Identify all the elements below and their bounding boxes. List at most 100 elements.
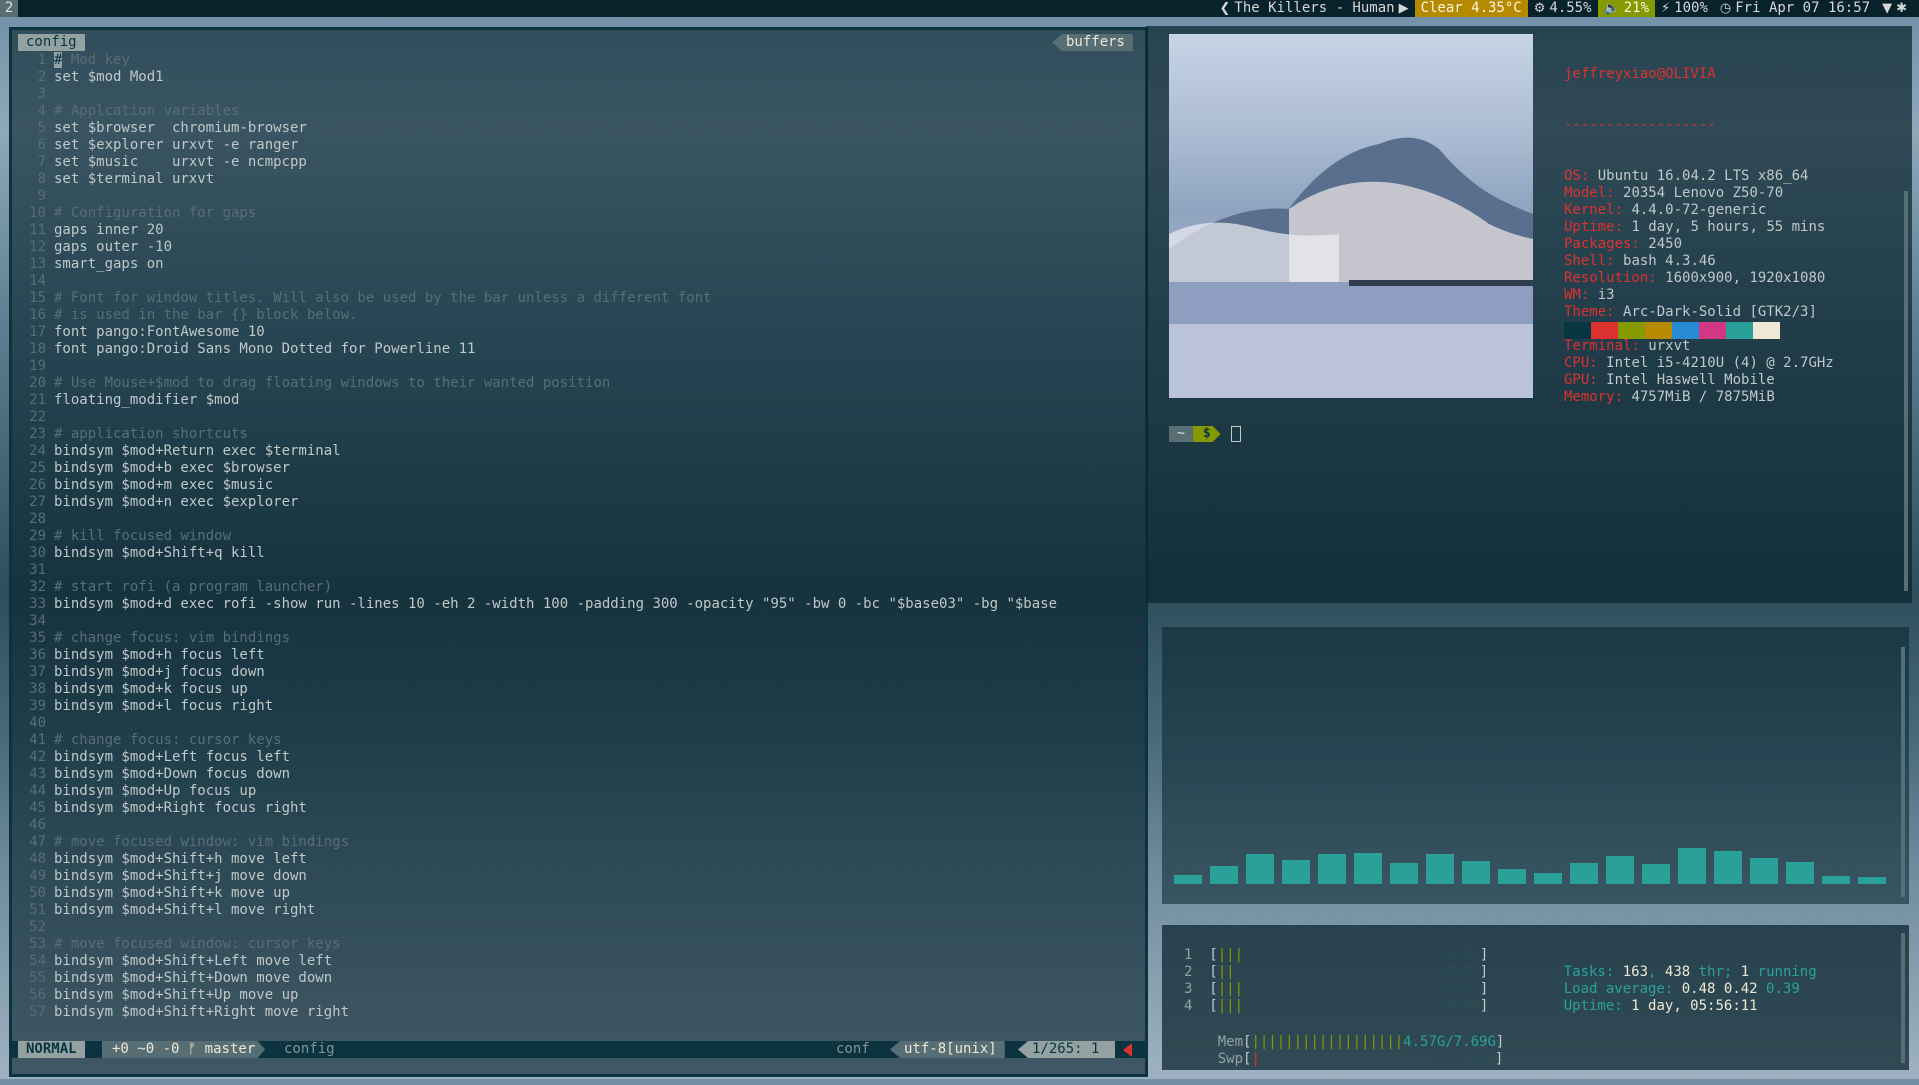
- code-line[interactable]: 5 set $browser chromium-browser: [12, 120, 1145, 137]
- code-line[interactable]: 2 set $mod Mod1: [12, 69, 1145, 86]
- line-text: # move focused window: vim bindings: [54, 834, 350, 850]
- code-line[interactable]: 7 set $music urxvt -e ncmpcpp: [12, 154, 1145, 171]
- code-line[interactable]: 17 font pango:FontAwesome 10: [12, 324, 1145, 341]
- code-line[interactable]: 21 floating_modifier $mod: [12, 392, 1145, 409]
- code-line[interactable]: 57 bindsym $mod+Shift+Right move right: [12, 1004, 1145, 1021]
- code-line[interactable]: 3: [12, 86, 1145, 103]
- code-line[interactable]: 30 bindsym $mod+Shift+q kill: [12, 545, 1145, 562]
- code-line[interactable]: 6 set $explorer urxvt -e ranger: [12, 137, 1145, 154]
- code-line[interactable]: 24 bindsym $mod+Return exec $terminal: [12, 443, 1145, 460]
- code-line[interactable]: 28: [12, 511, 1145, 528]
- code-line[interactable]: 51 bindsym $mod+Shift+l move right: [12, 902, 1145, 919]
- code-line[interactable]: 1 # Mod key: [12, 52, 1145, 69]
- code-line[interactable]: 23 # application shortcuts: [12, 426, 1145, 443]
- line-number: 37: [29, 664, 46, 680]
- code-line[interactable]: 56 bindsym $mod+Shift+Up move up: [12, 987, 1145, 1004]
- code-line[interactable]: 31: [12, 562, 1145, 579]
- neofetch-terminal[interactable]: jeffreyxiao@OLIVIA ------------------ OS…: [1146, 26, 1912, 603]
- code-line[interactable]: 10 # Configuration for gaps: [12, 205, 1145, 222]
- cpu-bar: |||: [1217, 981, 1244, 997]
- line-text: set $terminal urxvt: [54, 171, 215, 187]
- scrollbar[interactable]: [1901, 933, 1905, 1063]
- code-line[interactable]: 16 # is used in the bar {} block below.: [12, 307, 1145, 324]
- code-line[interactable]: 42 bindsym $mod+Left focus left: [12, 749, 1145, 766]
- code-line[interactable]: 46: [12, 817, 1145, 834]
- volume-widget[interactable]: 🔈 21%: [1597, 0, 1656, 17]
- code-line[interactable]: 45 bindsym $mod+Right focus right: [12, 800, 1145, 817]
- line-text: bindsym $mod+Right focus right: [54, 800, 307, 816]
- cpu-meter: 3 [||| 0.0%]: [1184, 981, 1489, 997]
- visualizer-bar: [1570, 863, 1598, 884]
- code-line[interactable]: 48 bindsym $mod+Shift+h move left: [12, 851, 1145, 868]
- visualizer-bar: [1642, 864, 1670, 884]
- color-swatch: [1753, 322, 1780, 339]
- code-line[interactable]: 22: [12, 409, 1145, 426]
- code-line[interactable]: 55 bindsym $mod+Shift+Down move down: [12, 970, 1145, 987]
- code-line[interactable]: 40: [12, 715, 1145, 732]
- code-line[interactable]: 44 bindsym $mod+Up focus up: [12, 783, 1145, 800]
- code-line[interactable]: 50 bindsym $mod+Shift+k move up: [12, 885, 1145, 902]
- music-title: The Killers - Human: [1234, 0, 1395, 16]
- tray[interactable]: ▼ ✱: [1876, 0, 1913, 17]
- htop-terminal[interactable]: 1 [||| 0.0%] 2 [|| 0.0%] 3 [||| 0.0%] 4 [||| 0.…: [1162, 925, 1909, 1070]
- line-number: 9: [37, 188, 46, 204]
- wifi-icon[interactable]: ▼: [1882, 0, 1892, 17]
- code-area[interactable]: 1 # Mod key 2 set $mod Mod1 3 4 # Applcation v…: [12, 52, 1145, 1047]
- vim-cursor: #: [54, 52, 63, 68]
- gear-icon: ⚙: [1533, 1, 1546, 16]
- line-text: bindsym $mod+k focus up: [54, 681, 248, 697]
- code-line[interactable]: 37 bindsym $mod+j focus down: [12, 664, 1145, 681]
- code-line[interactable]: 19: [12, 358, 1145, 375]
- code-line[interactable]: 9: [12, 188, 1145, 205]
- code-line[interactable]: 53 # move focused window: cursor keys: [12, 936, 1145, 953]
- info-row: CPU: Intel i5-4210U (4) @ 2.7GHz: [1564, 355, 1834, 372]
- code-line[interactable]: 52: [12, 919, 1145, 936]
- line-text: bindsym $mod+n exec $explorer: [54, 494, 299, 510]
- clock-text: Fri Apr 07 16:57: [1735, 0, 1871, 16]
- vim-editor-window[interactable]: config buffers 1 # Mod key 2 set $mod Mod1 3…: [9, 27, 1148, 1077]
- shell-prompt[interactable]: ~ $: [1169, 426, 1241, 442]
- code-line[interactable]: 20 # Use Mouse+$mod to drag floating wind…: [12, 375, 1145, 392]
- cpu-bar: |||: [1217, 998, 1244, 1014]
- scrollbar[interactable]: [1901, 647, 1905, 897]
- line-number: 47: [29, 834, 46, 850]
- code-line[interactable]: 12 gaps outer -10: [12, 239, 1145, 256]
- line-number: 19: [29, 358, 46, 374]
- music-widget[interactable]: ❮ The Killers - Human ▶: [1214, 0, 1415, 17]
- code-line[interactable]: 43 bindsym $mod+Down focus down: [12, 766, 1145, 783]
- code-line[interactable]: 14: [12, 273, 1145, 290]
- code-line[interactable]: 25 bindsym $mod+b exec $browser: [12, 460, 1145, 477]
- info-value: 4.4.0-72-generic: [1631, 202, 1767, 218]
- info-key: Theme:: [1564, 304, 1615, 320]
- info-row: Memory: 4757MiB / 7875MiB: [1564, 389, 1834, 406]
- workspace-indicator[interactable]: 2: [0, 0, 18, 17]
- code-line[interactable]: 34: [12, 613, 1145, 630]
- tab-config[interactable]: config: [18, 34, 85, 51]
- code-line[interactable]: 26 bindsym $mod+m exec $music: [12, 477, 1145, 494]
- code-line[interactable]: 18 font pango:Droid Sans Mono Dotted for …: [12, 341, 1145, 358]
- code-line[interactable]: 13 smart_gaps on: [12, 256, 1145, 273]
- code-line[interactable]: 49 bindsym $mod+Shift+j move down: [12, 868, 1145, 885]
- line-number: 28: [29, 511, 46, 527]
- tab-buffers[interactable]: buffers: [1051, 34, 1133, 51]
- code-line[interactable]: 33 bindsym $mod+d exec rofi -show run -li…: [12, 596, 1145, 613]
- scrollbar[interactable]: [1904, 191, 1908, 591]
- code-line[interactable]: 29 # kill focused window: [12, 528, 1145, 545]
- code-line[interactable]: 35 # change focus: vim bindings: [12, 630, 1145, 647]
- code-line[interactable]: 47 # move focused window: vim bindings: [12, 834, 1145, 851]
- code-line[interactable]: 38 bindsym $mod+k focus up: [12, 681, 1145, 698]
- code-line[interactable]: 41 # change focus: cursor keys: [12, 732, 1145, 749]
- code-line[interactable]: 8 set $terminal urxvt: [12, 171, 1145, 188]
- bluetooth-icon[interactable]: ✱: [1896, 0, 1907, 17]
- code-line[interactable]: 32 # start rofi (a program launcher): [12, 579, 1145, 596]
- code-line[interactable]: 15 # Font for window titles. Will also be…: [12, 290, 1145, 307]
- code-line[interactable]: 39 bindsym $mod+l focus right: [12, 698, 1145, 715]
- code-line[interactable]: 36 bindsym $mod+h focus left: [12, 647, 1145, 664]
- line-text: # Configuration for gaps: [54, 205, 257, 221]
- code-line[interactable]: 54 bindsym $mod+Shift+Left move left: [12, 953, 1145, 970]
- code-line[interactable]: 27 bindsym $mod+n exec $explorer: [12, 494, 1145, 511]
- code-line[interactable]: 11 gaps inner 20: [12, 222, 1145, 239]
- code-line[interactable]: 4 # Applcation variables: [12, 103, 1145, 120]
- info-row: Packages: 2450: [1564, 236, 1834, 253]
- color-swatch: [1645, 322, 1672, 339]
